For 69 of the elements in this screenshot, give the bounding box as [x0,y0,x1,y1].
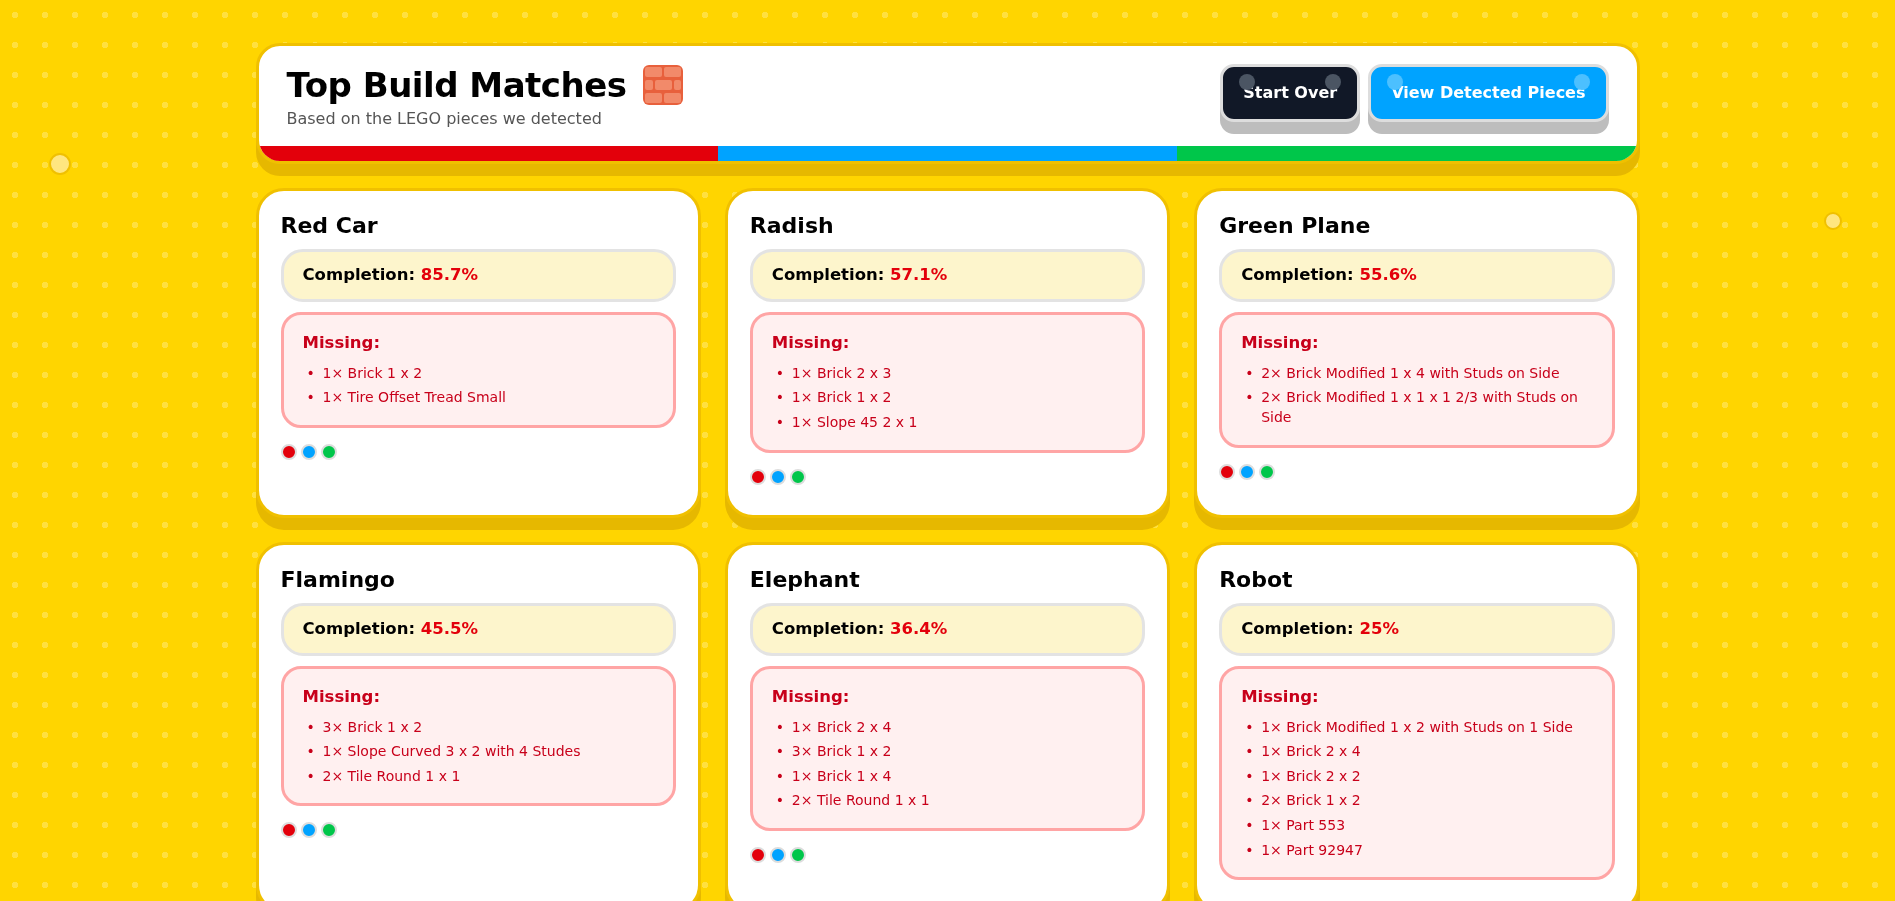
list-bullet: • [775,388,786,408]
completion-value: 25% [1359,619,1399,639]
list-bullet: • [1245,815,1255,835]
missing-item: 2× Brick Modified 1 x 4 with Studs on Side [1261,363,1560,383]
missing-item: 1× Brick 2 x 3 [791,363,892,383]
list-bullet: • [775,742,786,762]
card-title: Radish [749,213,835,240]
list-bullet: • [306,363,316,383]
missing-item: 3× Brick 1 x 2 [322,717,423,737]
missing-label: Missing: [1241,685,1320,708]
missing-item: 3× Brick 1 x 2 [791,742,892,762]
list-bullet: • [306,742,316,762]
list-bullet: • [306,766,316,786]
list-bullet: • [1245,791,1255,811]
list-bullet: • [1245,717,1255,737]
completion-value: 55.6% [1359,265,1417,285]
missing-label: Missing: [1241,332,1320,355]
missing-item: 1× Brick 1 x 4 [791,766,892,786]
missing-label: Missing: [302,332,382,355]
missing-item: 2× Tile Round 1 x 1 [322,766,461,786]
completion-value: 85.7% [420,265,478,285]
completion-label: Completion: [1241,265,1355,285]
missing-item: 2× Brick Modified 1 x 1 x 1 2/3 with Studs on Side [1261,388,1579,428]
list-bullet: • [306,388,316,408]
completion-value: 36.4% [890,619,948,639]
card-title: Robot [1219,566,1294,594]
missing-label: Missing: [771,332,851,355]
missing-item: 1× Brick Modified 1 x 2 with Studs on 1 Side [1261,717,1573,737]
missing-item: 1× Slope Curved 3 x 2 with 4 Studes [322,742,581,762]
list-bullet: • [775,766,786,786]
completion-label: Completion: [302,265,417,285]
list-bullet: • [775,717,786,737]
missing-item: 1× Slope 45 2 x 1 [791,413,918,433]
missing-item: 1× Brick 1 x 2 [791,388,892,408]
completion-label: Completion: [302,619,417,639]
completion-value: 45.5% [420,619,478,639]
list-bullet: • [1245,766,1255,786]
subtitle: Based on the LEGO pieces we detected [286,108,603,131]
missing-item: 1× Part 553 [1261,815,1346,835]
list-bullet: • [775,791,786,811]
list-bullet: • [775,413,786,433]
missing-item: 2× Tile Round 1 x 1 [791,791,930,811]
completion-label: Completion: [1241,619,1355,639]
missing-item: 1× Brick 2 x 4 [791,717,892,737]
missing-item: 1× Brick 1 x 2 [322,363,423,383]
missing-item: 1× Part 92947 [1261,840,1363,860]
list-bullet: • [306,717,316,737]
completion-label: Completion: [771,265,886,285]
bubble-icon [1824,212,1842,230]
bubble-icon [49,153,71,175]
card-title: Flamingo [280,566,396,594]
completion-value: 57.1% [890,265,948,285]
card-title: Elephant [749,566,861,594]
missing-item: 2× Brick 1 x 2 [1261,791,1361,811]
missing-label: Missing: [771,685,851,708]
list-bullet: • [775,363,786,383]
completion-label: Completion: [771,619,886,639]
list-bullet: • [1245,388,1255,408]
missing-item: 1× Brick 2 x 4 [1261,742,1361,762]
list-bullet: • [1245,840,1255,860]
missing-item: 1× Tire Offset Tread Small [322,388,506,408]
brick-icon [642,65,683,105]
card-title: Green Plane [1219,213,1372,240]
list-bullet: • [1245,363,1255,383]
card-title: Red Car [280,213,379,240]
missing-label: Missing: [302,685,382,708]
missing-item: 1× Brick 2 x 2 [1261,766,1361,786]
page-title: Top Build Matches [286,64,627,106]
list-bullet: • [1245,742,1255,762]
